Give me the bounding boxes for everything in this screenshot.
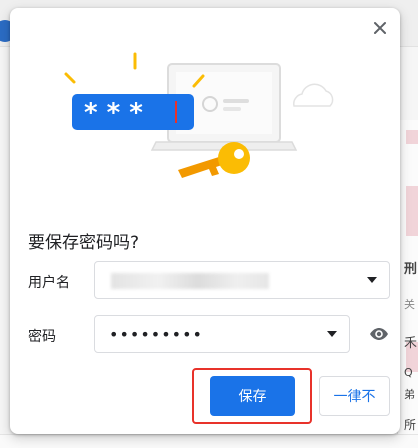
caret-down-icon — [367, 277, 377, 283]
show-password-button[interactable] — [368, 325, 390, 343]
password-value: ••••••••• — [109, 325, 203, 344]
password-badge: * * * — [72, 94, 194, 130]
password-badge-text: * * * — [84, 98, 143, 128]
username-label: 用户名 — [28, 275, 70, 291]
background-text: 弟 — [404, 388, 415, 401]
username-value-redacted — [111, 273, 269, 289]
never-button[interactable]: 一律不 — [319, 376, 390, 416]
background-text: Q — [404, 366, 413, 379]
save-button[interactable]: 保存 — [210, 376, 295, 416]
password-label: 密码 — [28, 329, 56, 345]
cloud-icon — [293, 83, 334, 107]
dialog-title: 要保存密码吗? — [28, 233, 140, 253]
background-band — [406, 186, 418, 236]
save-password-dialog: * * * 要保存密码吗? 用户名 密码 ••••••••• 保存 一律不 — [10, 8, 400, 434]
background-text: 关 — [404, 298, 415, 311]
eye-icon — [370, 328, 388, 340]
background-band — [406, 130, 418, 144]
caret-down-icon — [327, 331, 337, 337]
background-status-strip — [0, 434, 418, 448]
background-text: 刑 — [404, 262, 418, 277]
password-illustration: * * * — [64, 52, 334, 178]
background-text: 禾 — [404, 336, 418, 351]
password-select[interactable]: ••••••••• — [94, 315, 350, 353]
background-text: 所 — [404, 418, 417, 432]
username-select[interactable] — [94, 261, 390, 299]
